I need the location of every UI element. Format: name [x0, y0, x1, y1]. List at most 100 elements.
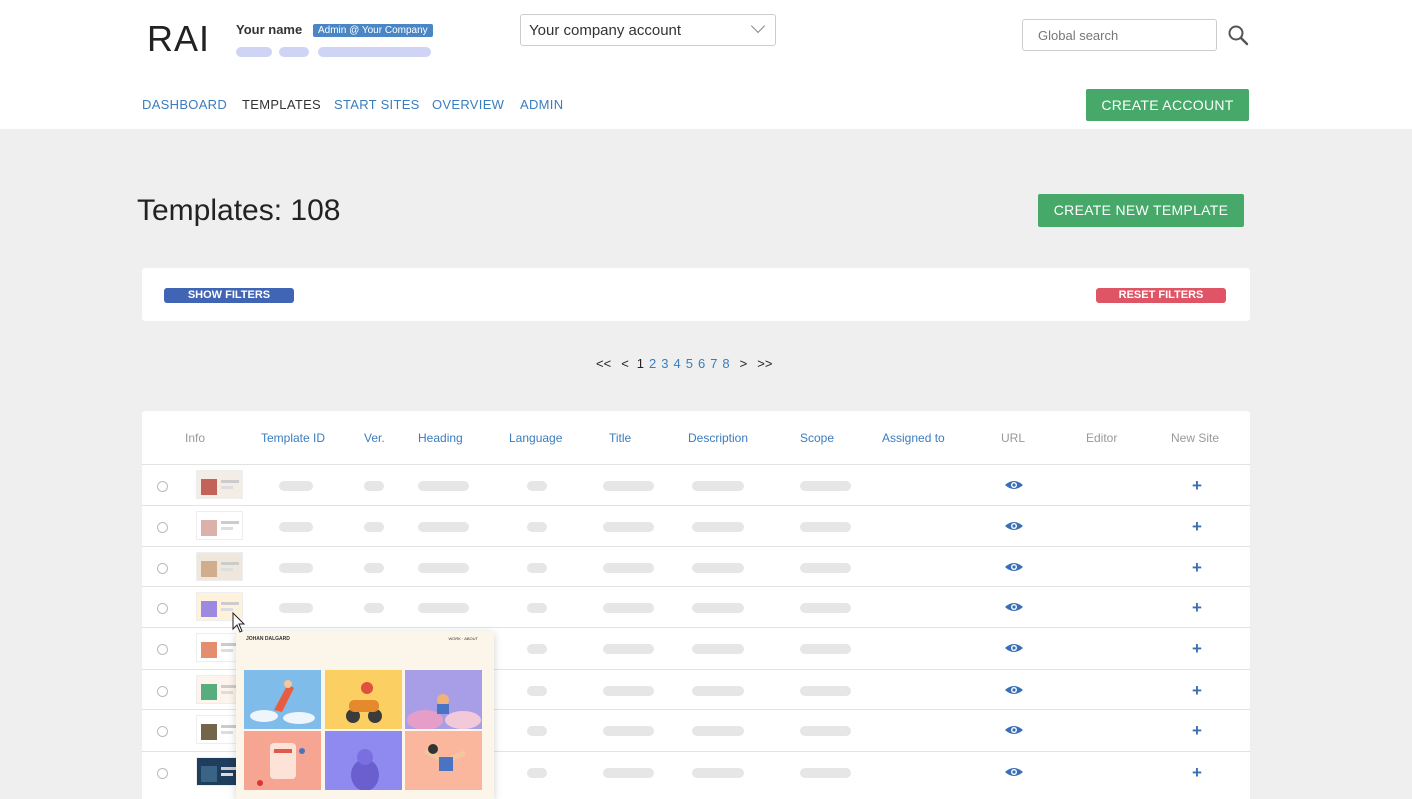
preview-tile-image — [405, 670, 482, 729]
column-header-language[interactable]: Language — [509, 431, 562, 445]
global-search-input[interactable] — [1022, 19, 1217, 51]
nav-templates[interactable]: TEMPLATES — [242, 97, 321, 112]
account-select[interactable]: Your company account — [520, 14, 776, 46]
cell-placeholder — [527, 726, 547, 736]
table-row[interactable]: + — [142, 464, 1250, 505]
plus-icon[interactable]: + — [1192, 682, 1202, 699]
eye-icon[interactable] — [1004, 724, 1024, 736]
cell-placeholder — [692, 522, 744, 532]
plus-icon[interactable]: + — [1192, 640, 1202, 657]
plus-icon[interactable]: + — [1192, 764, 1202, 781]
nav-start-sites[interactable]: START SITES — [334, 97, 420, 112]
cell-placeholder — [603, 563, 654, 573]
pagination-page[interactable]: 1 — [637, 356, 644, 371]
column-header-editor: Editor — [1086, 431, 1118, 445]
cell-placeholder — [800, 481, 851, 491]
column-header-assigned-to[interactable]: Assigned to — [882, 431, 945, 445]
cell-placeholder — [603, 522, 654, 532]
cell-placeholder — [527, 644, 547, 654]
pagination: << < 1 2 3 4 5 6 7 8 > >> — [596, 356, 782, 371]
cell-placeholder — [364, 563, 384, 573]
template-thumbnail[interactable] — [196, 470, 243, 499]
cell-placeholder — [692, 726, 744, 736]
plus-icon[interactable]: + — [1192, 599, 1202, 616]
row-select-radio[interactable] — [157, 686, 168, 697]
cell-placeholder — [603, 603, 654, 613]
template-thumbnail[interactable] — [196, 511, 243, 540]
pagination-page[interactable]: 7 — [710, 356, 717, 371]
app-logo[interactable]: RAI — [147, 18, 210, 60]
create-new-template-button[interactable]: CREATE NEW TEMPLATE — [1038, 194, 1244, 227]
row-select-radio[interactable] — [157, 481, 168, 492]
table-row[interactable]: + — [142, 505, 1250, 546]
eye-icon[interactable] — [1004, 520, 1024, 532]
row-select-radio[interactable] — [157, 603, 168, 614]
pagination-page[interactable]: 8 — [722, 356, 729, 371]
eye-icon[interactable] — [1004, 601, 1024, 613]
cell-placeholder — [418, 603, 469, 613]
pagination-page[interactable]: 6 — [698, 356, 705, 371]
cell-placeholder — [800, 644, 851, 654]
cell-placeholder — [364, 603, 384, 613]
nav-dashboard[interactable]: DASHBOARD — [142, 97, 227, 112]
pagination-prev[interactable]: < — [621, 356, 629, 371]
plus-icon[interactable]: + — [1192, 722, 1202, 739]
pagination-page[interactable]: 5 — [686, 356, 693, 371]
cell-placeholder — [800, 686, 851, 696]
cell-placeholder — [364, 522, 384, 532]
cell-placeholder — [603, 481, 654, 491]
table-row[interactable]: + — [142, 586, 1250, 627]
column-header-description[interactable]: Description — [688, 431, 748, 445]
cell-placeholder — [692, 644, 744, 654]
pagination-next[interactable]: > — [740, 356, 748, 371]
template-thumbnail[interactable] — [196, 552, 243, 581]
cell-placeholder — [527, 603, 547, 613]
row-select-radio[interactable] — [157, 522, 168, 533]
user-meta-placeholder — [318, 47, 431, 57]
cell-placeholder — [800, 603, 851, 613]
preview-tile-image — [244, 670, 321, 729]
pagination-page[interactable]: 2 — [649, 356, 656, 371]
pagination-page[interactable]: 3 — [661, 356, 668, 371]
cell-placeholder — [800, 726, 851, 736]
row-select-radio[interactable] — [157, 768, 168, 779]
column-header-heading[interactable]: Heading — [418, 431, 463, 445]
create-account-button[interactable]: CREATE ACCOUNT — [1086, 89, 1249, 121]
pagination-first[interactable]: << — [596, 356, 611, 371]
column-header-title[interactable]: Title — [609, 431, 631, 445]
eye-icon[interactable] — [1004, 561, 1024, 573]
cell-placeholder — [418, 563, 469, 573]
plus-icon[interactable]: + — [1192, 559, 1202, 576]
eye-icon[interactable] — [1004, 479, 1024, 491]
column-header-info: Info — [185, 431, 206, 445]
table-row[interactable]: + — [142, 546, 1250, 587]
user-name: Your name — [236, 22, 303, 37]
cell-placeholder — [692, 603, 744, 613]
column-header-version[interactable]: Ver. — [364, 431, 385, 445]
preview-heading: JOHAN DALGARD — [246, 636, 290, 642]
filter-panel: SHOW FILTERS RESET FILTERS — [142, 268, 1250, 321]
show-filters-button[interactable]: SHOW FILTERS — [164, 288, 294, 303]
plus-icon[interactable]: + — [1192, 518, 1202, 535]
eye-icon[interactable] — [1004, 766, 1024, 778]
pagination-page[interactable]: 4 — [673, 356, 680, 371]
cell-placeholder — [603, 726, 654, 736]
nav-overview[interactable]: OVERVIEW — [432, 97, 504, 112]
cell-placeholder — [692, 686, 744, 696]
plus-icon[interactable]: + — [1192, 477, 1202, 494]
eye-icon[interactable] — [1004, 642, 1024, 654]
nav-admin[interactable]: ADMIN — [520, 97, 563, 112]
cell-placeholder — [527, 563, 547, 573]
reset-filters-button[interactable]: RESET FILTERS — [1096, 288, 1226, 303]
cell-placeholder — [692, 768, 744, 778]
row-select-radio[interactable] — [157, 563, 168, 574]
cell-placeholder — [418, 481, 469, 491]
row-select-radio[interactable] — [157, 726, 168, 737]
template-preview-popup: JOHAN DALGARD WORK · ABOUT — [236, 631, 494, 799]
column-header-scope[interactable]: Scope — [800, 431, 834, 445]
eye-icon[interactable] — [1004, 684, 1024, 696]
search-icon[interactable] — [1226, 23, 1250, 47]
pagination-last[interactable]: >> — [757, 356, 772, 371]
column-header-template-id[interactable]: Template ID — [261, 431, 325, 445]
row-select-radio[interactable] — [157, 644, 168, 655]
